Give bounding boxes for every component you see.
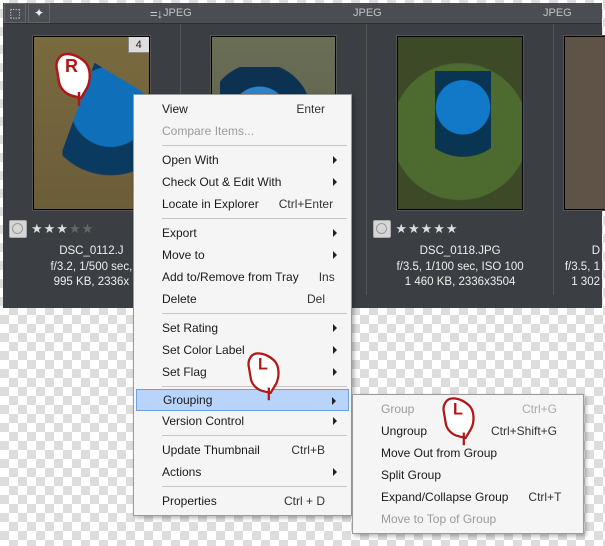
tag-icon[interactable] bbox=[373, 220, 391, 238]
magic-tool-button[interactable]: ✦ bbox=[28, 3, 50, 23]
submenu-item-expand-collapse[interactable]: Expand/Collapse GroupCtrl+T bbox=[355, 486, 581, 508]
menu-item-view[interactable]: ViewEnter bbox=[136, 98, 349, 120]
filename-label: DSC_0118.JPG bbox=[369, 244, 551, 260]
menu-item-checkout[interactable]: Check Out & Edit With bbox=[136, 171, 349, 193]
context-menu: ViewEnter Compare Items... Open With Che… bbox=[133, 94, 352, 516]
exif-label: f/3.5, 1/100 sec, ISO 100 bbox=[369, 260, 551, 276]
grouping-submenu: GroupCtrl+G UngroupCtrl+Shift+G Move Out… bbox=[352, 394, 584, 534]
rating-stars[interactable]: ★★★★★ bbox=[31, 221, 94, 237]
menu-item-open-with[interactable]: Open With bbox=[136, 149, 349, 171]
size-label: 1 302 bbox=[556, 275, 600, 291]
format-label: JPEG bbox=[163, 7, 353, 19]
thumbnail-image[interactable] bbox=[397, 36, 523, 210]
submenu-item-ungroup[interactable]: UngroupCtrl+Shift+G bbox=[355, 420, 581, 442]
filename-label: D bbox=[556, 244, 600, 260]
thumbnail-cell[interactable]: D f/3.5, 1 1 302 bbox=[553, 24, 602, 295]
select-tool-button[interactable]: ⬚ bbox=[4, 3, 26, 23]
menu-item-locate[interactable]: Locate in ExplorerCtrl+Enter bbox=[136, 193, 349, 215]
menu-item-compare: Compare Items... bbox=[136, 120, 349, 142]
menu-item-delete[interactable]: DeleteDel bbox=[136, 288, 349, 310]
size-label: 1 460 KB, 2336x3504 bbox=[369, 275, 551, 291]
toolbar: ⬚ ✦ =↓ JPEG JPEG JPEG bbox=[3, 3, 602, 24]
menu-item-update-thumbnail[interactable]: Update ThumbnailCtrl+B bbox=[136, 439, 349, 461]
exif-label: f/3.5, 1 bbox=[556, 260, 600, 276]
format-label: JPEG bbox=[353, 7, 543, 19]
menu-item-grouping[interactable]: Grouping bbox=[136, 389, 349, 411]
menu-item-export[interactable]: Export bbox=[136, 222, 349, 244]
thumbnail-image[interactable] bbox=[564, 36, 605, 210]
submenu-item-move-to-top: Move to Top of Group bbox=[355, 508, 581, 530]
tag-icon[interactable] bbox=[9, 220, 27, 238]
menu-item-actions[interactable]: Actions bbox=[136, 461, 349, 483]
menu-item-move-to[interactable]: Move to bbox=[136, 244, 349, 266]
menu-item-set-color[interactable]: Set Color Label bbox=[136, 339, 349, 361]
menu-item-set-rating[interactable]: Set Rating bbox=[136, 317, 349, 339]
submenu-item-move-out[interactable]: Move Out from Group bbox=[355, 442, 581, 464]
format-label: JPEG bbox=[543, 7, 605, 19]
thumbnail-meta: DSC_0118.JPG f/3.5, 1/100 sec, ISO 100 1… bbox=[367, 240, 553, 295]
rating-stars[interactable]: ★★★★★ bbox=[395, 221, 458, 237]
thumbnail-cell[interactable]: ★★★★★ DSC_0118.JPG f/3.5, 1/100 sec, ISO… bbox=[366, 24, 553, 295]
thumbnail-meta: D f/3.5, 1 1 302 bbox=[554, 240, 602, 295]
submenu-item-split[interactable]: Split Group bbox=[355, 464, 581, 486]
menu-item-version-control[interactable]: Version Control bbox=[136, 410, 349, 432]
submenu-item-group: GroupCtrl+G bbox=[355, 398, 581, 420]
menu-item-properties[interactable]: PropertiesCtrl + D bbox=[136, 490, 349, 512]
sort-icon[interactable]: =↓ bbox=[150, 6, 162, 21]
menu-item-tray[interactable]: Add to/Remove from TrayIns bbox=[136, 266, 349, 288]
group-count-badge: 4 bbox=[128, 36, 150, 53]
menu-item-set-flag[interactable]: Set Flag bbox=[136, 361, 349, 383]
